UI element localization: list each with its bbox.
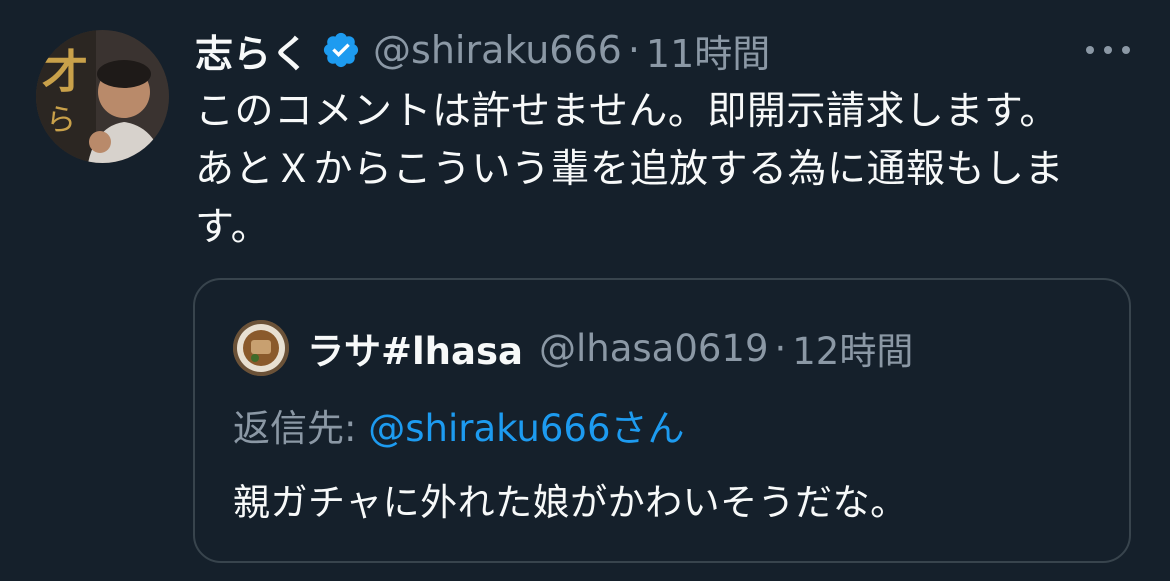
quoted-tweet-timestamp[interactable]: 12時間 <box>792 321 913 375</box>
author-handle[interactable]: @shiraku666 <box>373 28 622 72</box>
reply-to-suffix[interactable]: さん <box>611 407 685 450</box>
more-dot <box>1104 46 1112 54</box>
quoted-tweet-header: ラサ#lhasa @lhasa0619 · 12時間 <box>307 320 913 376</box>
reply-to-handle-link[interactable]: @shiraku666 <box>368 407 610 450</box>
quoted-tweet[interactable]: ラサ#lhasa @lhasa0619 · 12時間 返信先: @shiraku… <box>193 278 1131 563</box>
verified-badge-icon <box>321 30 361 70</box>
tweet-header: 志らく @shiraku666 · 11時間 <box>195 22 770 78</box>
quoted-tweet-text: 親ガチャに外れた娘がかわいそうだな。 <box>233 481 908 524</box>
separator-dot: · <box>774 326 787 370</box>
quoted-author-display-name[interactable]: ラサ#lhasa <box>307 321 523 375</box>
more-dot <box>1086 46 1094 54</box>
author-avatar[interactable]: 才 ら <box>36 30 169 163</box>
tweet-text-line: す。 <box>195 205 271 250</box>
quoted-author-avatar[interactable] <box>233 320 289 376</box>
more-dot <box>1122 46 1130 54</box>
author-display-name[interactable]: 志らく <box>195 23 309 78</box>
quoted-author-handle[interactable]: @lhasa0619 <box>539 327 769 370</box>
tweet-text-line: あとＸからこういう輩を追放する為に通報もしま <box>195 147 1065 192</box>
tweet[interactable]: 才 ら 志らく @shiraku666 · 11時間 このコメントは許せません。… <box>0 0 1170 581</box>
more-options-icon[interactable] <box>1086 40 1130 60</box>
separator-dot: · <box>627 28 640 72</box>
reply-to-label: 返信先: <box>233 407 369 450</box>
reply-to-line: 返信先: @shiraku666さん <box>233 398 685 452</box>
svg-text:ら: ら <box>46 103 76 138</box>
tweet-text-line: このコメントは許せません。即開示請求します。 <box>195 89 1059 134</box>
svg-text:才: 才 <box>42 45 88 99</box>
tweet-timestamp[interactable]: 11時間 <box>646 23 770 78</box>
tweet-text: このコメントは許せません。即開示請求します。 あとＸからこういう輩を追放する為に… <box>195 83 1125 257</box>
